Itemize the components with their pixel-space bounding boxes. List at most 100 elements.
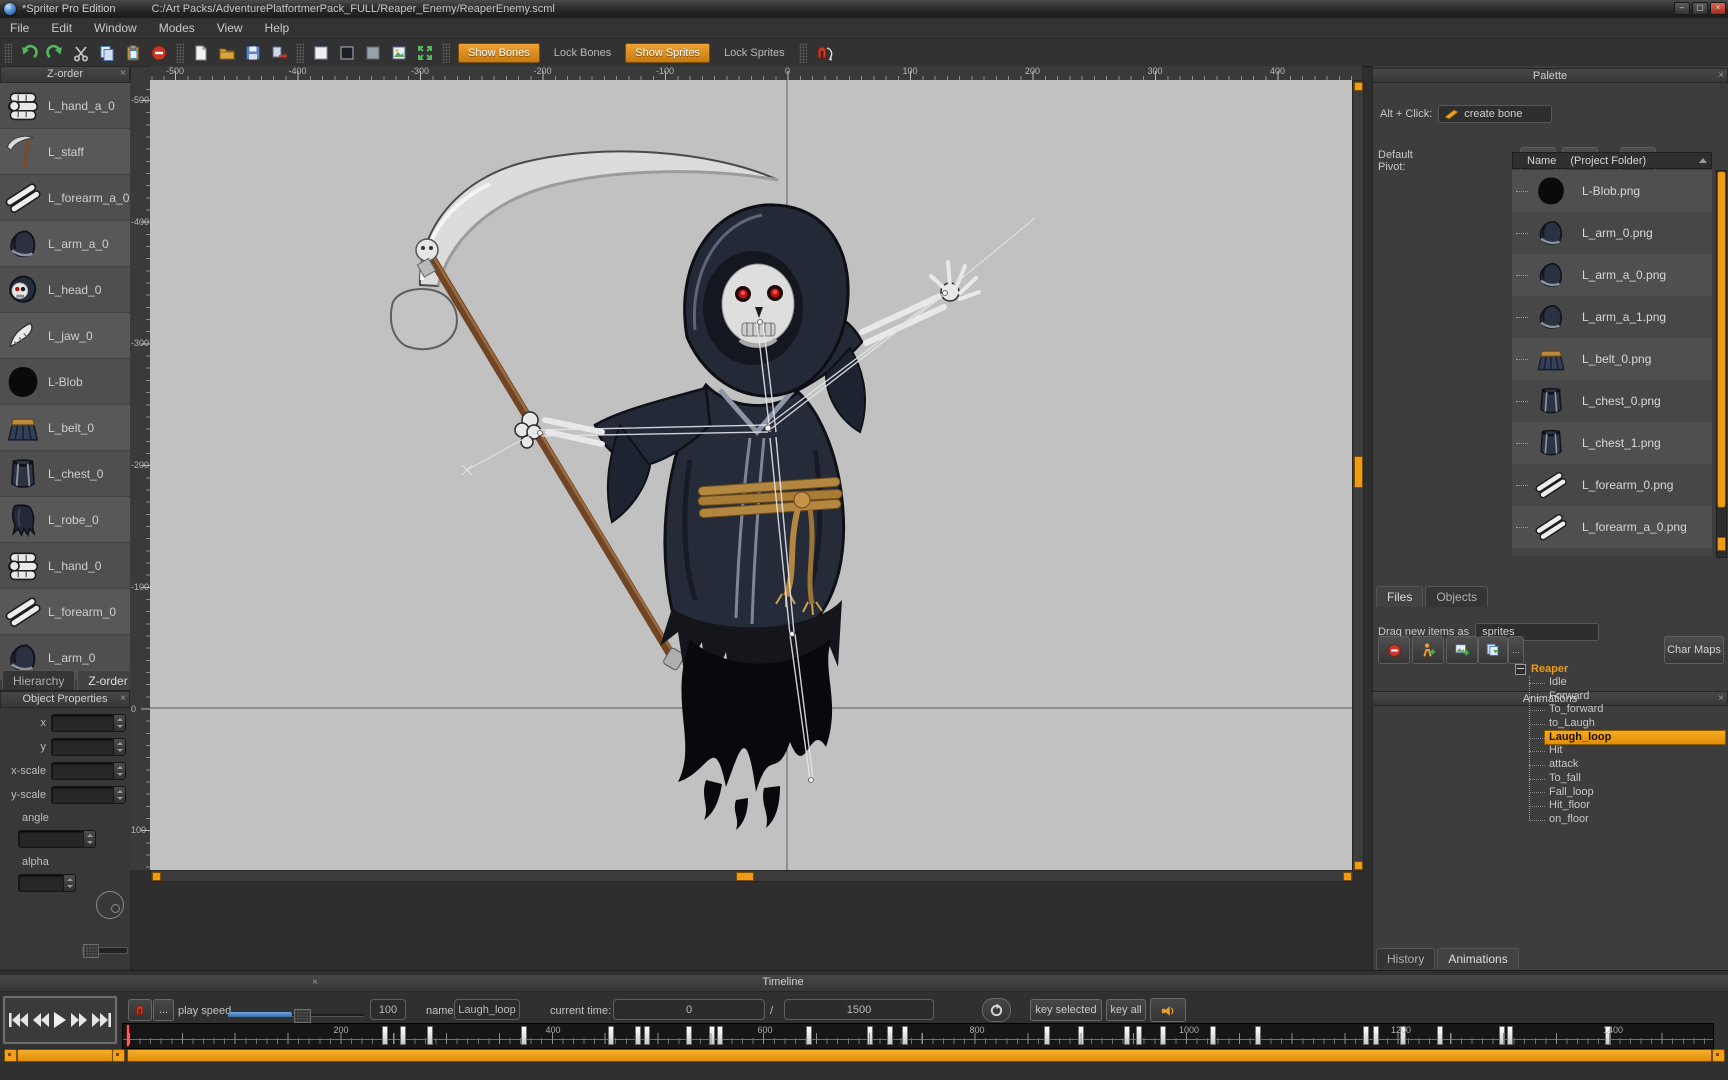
zorder-panel-header[interactable]: Z-order ×: [0, 66, 130, 83]
zorder-item[interactable]: L_arm_a_0: [0, 221, 130, 267]
spinner-buttons[interactable]: [113, 763, 125, 779]
save-icon[interactable]: [240, 42, 266, 64]
transport-scrollbar[interactable]: [17, 1049, 113, 1062]
collapse-tree-icon[interactable]: [1515, 664, 1526, 675]
timeline-header[interactable]: Timeline ×: [0, 975, 1728, 992]
scroll-handle[interactable]: [1354, 456, 1363, 488]
close-icon[interactable]: ×: [1718, 69, 1724, 83]
zorder-item[interactable]: L_hand_a_0: [0, 83, 130, 129]
snap-button[interactable]: [128, 999, 152, 1021]
snap-magnet-icon[interactable]: [811, 42, 837, 64]
timeline-options-button[interactable]: ...: [153, 999, 174, 1021]
view-image-icon[interactable]: [386, 42, 412, 64]
key-selected-button[interactable]: key selected: [1030, 999, 1102, 1021]
slider-handle[interactable]: [294, 1009, 311, 1023]
menu-item[interactable]: Window: [94, 21, 137, 35]
animation-item[interactable]: Hit_floor: [1513, 799, 1725, 813]
spinner-buttons[interactable]: [113, 787, 125, 803]
menu-item[interactable]: Help: [265, 21, 290, 35]
op-field-input[interactable]: [51, 762, 126, 780]
more-animations-button[interactable]: ...: [1508, 636, 1524, 664]
duplicate-animation-button[interactable]: [1446, 636, 1478, 664]
scroll-handle[interactable]: [736, 872, 754, 881]
animation-item[interactable]: Forward: [1513, 690, 1725, 704]
minimize-button[interactable]: –: [1674, 2, 1690, 15]
canvas-horizontal-scrollbar[interactable]: [150, 870, 1354, 882]
menu-item[interactable]: File: [10, 21, 29, 35]
key-all-button[interactable]: key all: [1106, 999, 1146, 1021]
new-animation-button[interactable]: [1412, 636, 1444, 664]
file-list-header[interactable]: Name (Project Folder): [1512, 152, 1712, 169]
skip-to-end-button[interactable]: [91, 1011, 112, 1029]
fit-view-icon[interactable]: [412, 42, 438, 64]
file-list-item[interactable]: L_belt_0.png: [1512, 338, 1712, 380]
show-sprites-button[interactable]: Show Sprites: [625, 43, 710, 63]
zorder-item[interactable]: L_hand_0: [0, 543, 130, 589]
spinner-buttons[interactable]: [83, 831, 95, 847]
canvas-viewport[interactable]: [150, 80, 1352, 870]
copy-animation-button[interactable]: [1478, 636, 1508, 664]
skip-to-start-button[interactable]: [8, 1011, 29, 1029]
menu-item[interactable]: View: [217, 21, 243, 35]
animation-item[interactable]: Idle: [1513, 676, 1725, 690]
file-list-item[interactable]: L_chest_1.png: [1512, 422, 1712, 464]
copy-icon[interactable]: [94, 42, 120, 64]
right-bottom-tab[interactable]: Animations: [1437, 948, 1518, 969]
scroll-right-button[interactable]: [1712, 1049, 1725, 1062]
animation-root[interactable]: Reaper: [1513, 662, 1725, 676]
zorder-item[interactable]: L_head_0: [0, 267, 130, 313]
close-icon[interactable]: ×: [312, 975, 1254, 990]
alpha-slider-knob[interactable]: [83, 944, 99, 958]
reaper-character[interactable]: [391, 151, 1035, 830]
zorder-item[interactable]: L_chest_0: [0, 451, 130, 497]
animation-item[interactable]: on_floor: [1513, 813, 1725, 827]
lock-bones-button[interactable]: Lock Bones: [546, 44, 619, 62]
next-frame-button[interactable]: [70, 1011, 88, 1029]
undo-icon[interactable]: [16, 42, 42, 64]
menu-item[interactable]: Modes: [159, 21, 195, 35]
angle-input[interactable]: [18, 830, 96, 848]
file-list-item[interactable]: L_forearm_a_0.png: [1512, 506, 1712, 548]
scroll-right-button[interactable]: [1343, 872, 1352, 881]
scroll-handle[interactable]: [1717, 171, 1726, 508]
zorder-item[interactable]: L_belt_0: [0, 405, 130, 451]
collapse-icon[interactable]: [1699, 158, 1707, 163]
scroll-down-button[interactable]: [1354, 861, 1363, 870]
animation-item[interactable]: Laugh_loop: [1545, 731, 1725, 745]
lock-sprites-button[interactable]: Lock Sprites: [716, 44, 793, 62]
previous-frame-button[interactable]: [32, 1011, 50, 1029]
playhead[interactable]: [127, 1025, 129, 1046]
scroll-up-button[interactable]: [1354, 82, 1363, 91]
close-icon[interactable]: ×: [120, 692, 126, 706]
file-list-item[interactable]: L_arm_a_1.png: [1512, 296, 1712, 338]
zorder-item[interactable]: L-Blob: [0, 359, 130, 405]
play-speed-value[interactable]: 100: [370, 999, 406, 1020]
menu-item[interactable]: Edit: [51, 21, 72, 35]
animation-name-value[interactable]: Laugh_loop: [454, 999, 520, 1020]
animation-item[interactable]: Hit: [1513, 744, 1725, 758]
left-panel-tab[interactable]: Hierarchy: [2, 670, 75, 691]
palette-header[interactable]: Palette ×: [1372, 68, 1728, 83]
zorder-item[interactable]: L_forearm_a_0: [0, 175, 130, 221]
op-field-input[interactable]: [51, 738, 126, 756]
open-folder-icon[interactable]: [214, 42, 240, 64]
op-field-input[interactable]: [51, 714, 126, 732]
animation-item[interactable]: to_Laugh: [1513, 717, 1725, 731]
cut-icon[interactable]: [68, 42, 94, 64]
zorder-item[interactable]: L_staff: [0, 129, 130, 175]
file-list-item[interactable]: L_arm_a_0.png: [1512, 254, 1712, 296]
file-list-scrollbar[interactable]: [1716, 170, 1727, 558]
view-dark-icon[interactable]: [334, 42, 360, 64]
alpha-slider[interactable]: [82, 947, 128, 954]
total-time-input[interactable]: 1500: [784, 999, 934, 1020]
alpha-input[interactable]: [18, 874, 76, 892]
close-button[interactable]: ×: [1710, 2, 1726, 15]
title-bar[interactable]: *Spriter Pro Edition C:/Art Packs/Advent…: [0, 0, 1728, 19]
angle-dial[interactable]: [96, 891, 124, 919]
play-speed-slider[interactable]: [228, 1009, 364, 1021]
file-list-item[interactable]: L-Blob.png: [1512, 170, 1712, 212]
animation-item[interactable]: attack: [1513, 758, 1725, 772]
delete-animation-button[interactable]: [1378, 636, 1410, 664]
zorder-item[interactable]: L_robe_0: [0, 497, 130, 543]
canvas-vertical-scrollbar[interactable]: [1352, 80, 1364, 872]
